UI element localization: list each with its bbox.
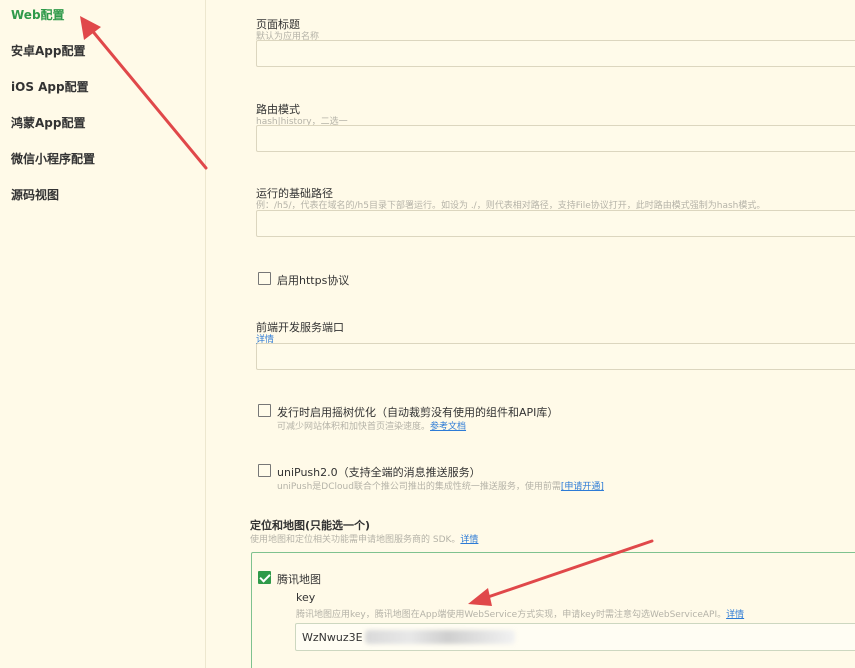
base-path-input[interactable]	[256, 210, 855, 237]
tencent-map-checkbox[interactable]	[258, 571, 271, 584]
https-checkbox[interactable]	[258, 272, 271, 285]
key-value: WzNwuz3E	[302, 630, 363, 644]
map-section-hint-text: 使用地图和定位相关功能需申请地图服务商的 SDK。	[250, 535, 461, 545]
tencent-map-label: 腾讯地图	[277, 573, 321, 586]
sidebar: Web配置 安卓App配置 iOS App配置 鸿蒙App配置 微信小程序配置 …	[0, 0, 206, 668]
tree-shaking-hint: 可减少网站体积和加快首页渲染速度。参考文档	[277, 419, 466, 432]
sidebar-item-wechat-mp[interactable]: 微信小程序配置	[11, 150, 95, 167]
tree-shaking-hint-text: 可减少网站体积和加快首页渲染速度。	[277, 422, 431, 432]
https-label: 启用https协议	[277, 274, 350, 287]
key-details-link[interactable]: 详情	[726, 610, 744, 620]
sidebar-item-web[interactable]: Web配置	[11, 6, 65, 23]
unipush-label: uniPush2.0（支持全端的消息推送服务）	[277, 466, 481, 479]
sidebar-item-harmony[interactable]: 鸿蒙App配置	[11, 114, 85, 131]
unipush-apply-link[interactable]: [申请开通]	[561, 482, 604, 492]
web-config-panel: 页面标题 默认为应用名称 路由模式 hash|history，二选一 运行的基础…	[206, 0, 855, 668]
dev-port-input[interactable]	[256, 343, 855, 370]
map-section-title: 定位和地图(只能选一个)	[250, 519, 371, 532]
router-mode-input[interactable]	[256, 125, 855, 152]
key-hint-text: 腾讯地图应用key，腾讯地图在App端使用WebService方式实现，申请ke…	[296, 610, 727, 620]
page-title-input[interactable]	[256, 40, 855, 67]
key-hint: 腾讯地图应用key，腾讯地图在App端使用WebService方式实现，申请ke…	[296, 607, 744, 620]
map-section-details-link[interactable]: 详情	[460, 535, 478, 545]
unipush-checkbox[interactable]	[258, 464, 271, 477]
unipush-hint-text: uniPush是DCloud联合个推公司推出的集成性统一推送服务，使用前需	[277, 482, 561, 492]
key-label: key	[296, 591, 316, 604]
tree-shaking-docs-link[interactable]: 参考文档	[430, 422, 466, 432]
sidebar-item-source[interactable]: 源码视图	[11, 186, 59, 203]
sidebar-item-ios[interactable]: iOS App配置	[11, 78, 89, 95]
unipush-hint: uniPush是DCloud联合个推公司推出的集成性统一推送服务，使用前需[申请…	[277, 479, 604, 492]
redacted-blur	[364, 630, 515, 644]
sidebar-item-android[interactable]: 安卓App配置	[11, 42, 85, 59]
tree-shaking-checkbox[interactable]	[258, 404, 271, 417]
tree-shaking-label: 发行时启用摇树优化（自动裁剪没有使用的组件和API库）	[277, 406, 559, 419]
map-section-hint: 使用地图和定位相关功能需申请地图服务商的 SDK。详情	[250, 532, 478, 545]
tencent-key-input[interactable]: WzNwuz3E	[295, 623, 855, 651]
